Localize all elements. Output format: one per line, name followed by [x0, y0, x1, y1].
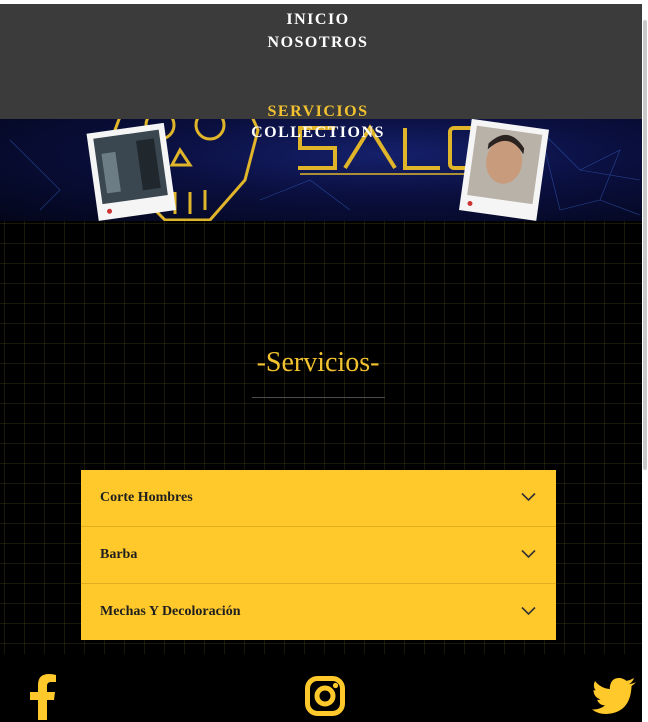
accordion-label: Corte Hombres: [100, 490, 193, 505]
instagram-icon[interactable]: [305, 676, 345, 716]
chevron-down-icon[interactable]: [521, 492, 536, 502]
chevron-down-icon[interactable]: [521, 606, 536, 616]
nav-item-servicios[interactable]: SERVICIOS: [0, 103, 636, 121]
nav-item-collections[interactable]: COLLECTIONS: [0, 124, 636, 142]
title-divider: [252, 397, 385, 398]
footer: [0, 654, 642, 722]
scrollbar[interactable]: [642, 0, 648, 722]
services-section: -Servicios- Corte Hombres Barba Mechas Y…: [0, 221, 642, 654]
nav-item-inicio[interactable]: INICIO: [0, 11, 636, 29]
nav-item-nosotros[interactable]: NOSOTROS: [0, 34, 636, 52]
accordion-label: Barba: [100, 547, 138, 562]
chevron-down-icon[interactable]: [521, 549, 536, 559]
accordion-item-barba[interactable]: Barba: [81, 527, 556, 584]
accordion-label: Mechas Y Decoloración: [100, 604, 241, 619]
scrollbar-thumb[interactable]: [643, 20, 647, 470]
twitter-icon[interactable]: [592, 678, 636, 714]
section-title: -Servicios-: [256, 347, 380, 378]
facebook-icon[interactable]: [28, 674, 58, 720]
main-nav: INICIO NOSOTROS SERVICIOS: [0, 4, 642, 121]
services-accordion: Corte Hombres Barba Mechas Y Decoloració…: [81, 470, 556, 640]
accordion-item-corte-hombres[interactable]: Corte Hombres: [81, 470, 556, 527]
accordion-item-mechas[interactable]: Mechas Y Decoloración: [81, 584, 556, 640]
page: INICIO NOSOTROS SERVICIOS COLLECTIONS -S…: [0, 0, 642, 722]
